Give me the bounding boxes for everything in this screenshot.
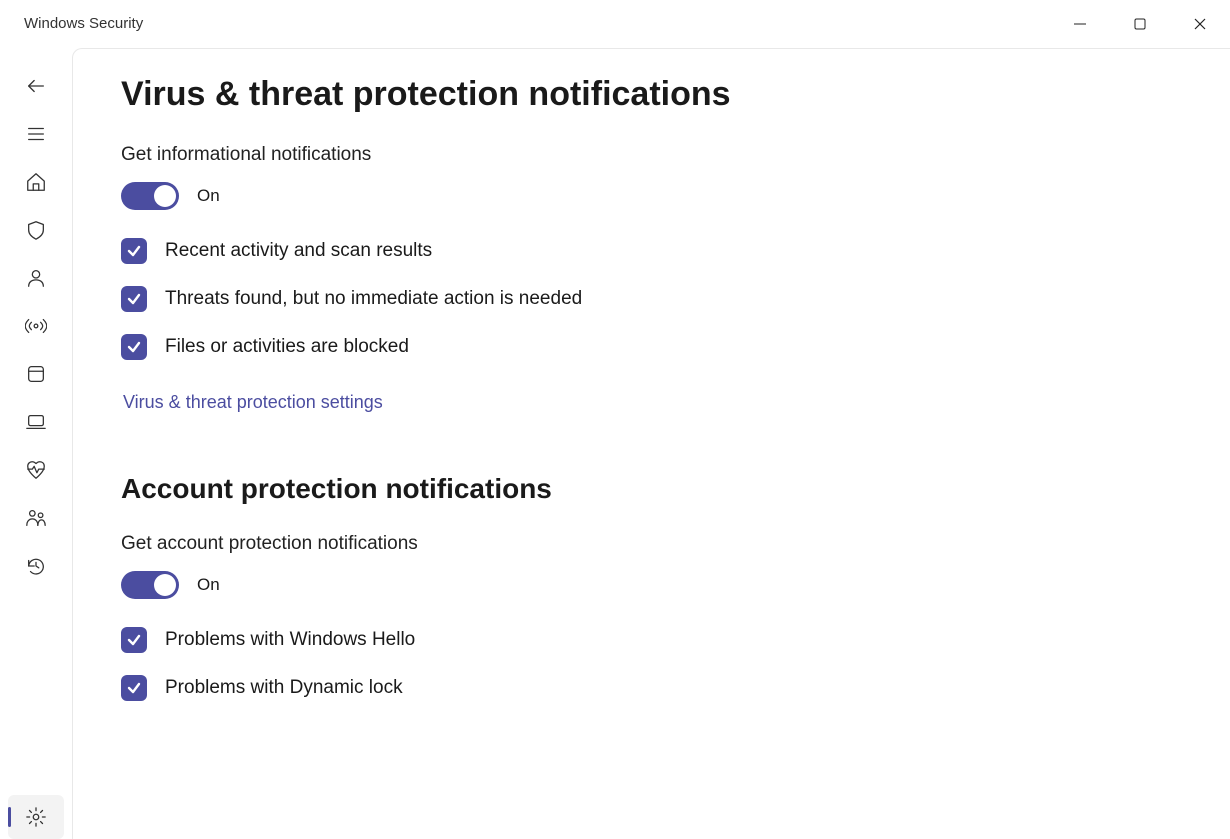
hamburger-icon [25,123,47,145]
page-title: Virus & threat protection notifications [121,75,1182,114]
check-files-blocked-label: Files or activities are blocked [165,336,409,358]
account-sub-label: Get account protection notifications [121,533,1182,555]
virus-toggle-state: On [197,186,220,206]
nav-virus-threat[interactable] [8,208,64,252]
checkmark-icon [126,243,142,259]
shield-icon [25,219,47,241]
account-notifications-toggle[interactable] [121,571,179,599]
back-arrow-icon [25,75,47,97]
check-recent-activity[interactable] [121,238,147,264]
person-icon [25,267,47,289]
nav-app-browser[interactable] [8,352,64,396]
family-icon [25,507,47,529]
checkmark-icon [126,339,142,355]
maximize-icon [1133,17,1147,31]
window-title: Windows Security [24,15,143,32]
check-windows-hello[interactable] [121,627,147,653]
window-controls [1050,0,1230,47]
virus-informational-toggle[interactable] [121,182,179,210]
content-pane: Virus & threat protection notifications … [72,48,1230,839]
app-icon [25,363,47,385]
nav-settings[interactable] [8,795,64,839]
close-icon [1193,17,1207,31]
checkmark-icon [126,632,142,648]
menu-button[interactable] [8,112,64,156]
checkmark-icon [126,291,142,307]
check-windows-hello-label: Problems with Windows Hello [165,629,415,651]
nav-family-options[interactable] [8,496,64,540]
check-files-blocked[interactable] [121,334,147,360]
check-threats-found[interactable] [121,286,147,312]
maximize-button[interactable] [1110,0,1170,47]
nav-home[interactable] [8,160,64,204]
virus-sub-label: Get informational notifications [121,144,1182,166]
titlebar: Windows Security [0,0,1230,48]
minimize-button[interactable] [1050,0,1110,47]
home-icon [25,171,47,193]
sidebar [0,48,72,839]
close-button[interactable] [1170,0,1230,47]
check-dynamic-lock-label: Problems with Dynamic lock [165,677,403,699]
account-section-title: Account protection notifications [121,473,1182,505]
check-threats-found-label: Threats found, but no immediate action i… [165,288,582,310]
broadcast-icon [25,315,47,337]
nav-device-performance[interactable] [8,448,64,492]
check-dynamic-lock[interactable] [121,675,147,701]
heart-pulse-icon [25,459,47,481]
nav-protection-history[interactable] [8,544,64,588]
virus-settings-link[interactable]: Virus & threat protection settings [123,392,383,413]
history-icon [25,555,47,577]
account-toggle-state: On [197,575,220,595]
check-recent-activity-label: Recent activity and scan results [165,240,432,262]
checkmark-icon [126,680,142,696]
laptop-icon [25,411,47,433]
nav-firewall[interactable] [8,304,64,348]
minimize-icon [1073,17,1087,31]
back-button[interactable] [8,64,64,108]
gear-icon [25,806,47,828]
nav-device-security[interactable] [8,400,64,444]
nav-account-protection[interactable] [8,256,64,300]
